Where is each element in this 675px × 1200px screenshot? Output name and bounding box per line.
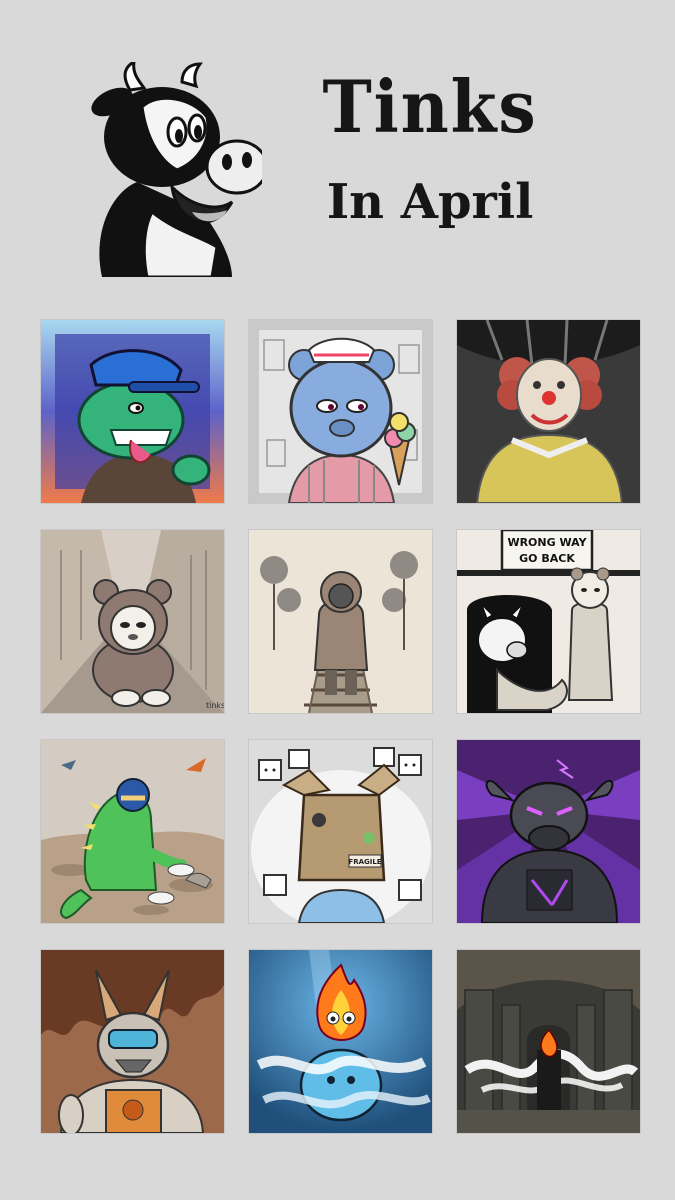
dinosaur-costume-desert-icon	[41, 740, 224, 923]
fire-spirit-icon	[249, 950, 432, 1133]
robot-bull-purple-icon	[457, 740, 640, 923]
hooded-figure-railroad-icon	[249, 530, 432, 713]
artwork-tile[interactable]: WRONG WAY GO BACK	[457, 530, 640, 713]
artwork-tile[interactable]	[457, 950, 640, 1133]
artwork-gallery: tinks WRONG WAY GO BACK FRAGILE	[41, 320, 640, 1133]
fire-spirit-cathedral-icon	[457, 950, 640, 1133]
sign-line-2: GO BACK	[519, 552, 575, 565]
artwork-tile[interactable]: FRAGILE	[249, 740, 432, 923]
svg-text:tinks: tinks	[206, 701, 224, 710]
artwork-tile[interactable]	[41, 320, 224, 503]
artwork-tile[interactable]	[249, 530, 432, 713]
blue-bear-ice-cream-icon	[249, 320, 432, 503]
sign-line-1: WRONG WAY	[507, 536, 587, 549]
rabbit-astronaut-icon	[41, 950, 224, 1133]
wrong-way-go-back-icon: WRONG WAY GO BACK	[457, 530, 640, 713]
box-label: FRAGILE	[348, 858, 381, 866]
green-dinosaur-blue-cap-icon	[41, 320, 224, 503]
clown-icon	[457, 320, 640, 503]
artwork-tile[interactable]	[41, 950, 224, 1133]
artwork-tile[interactable]	[457, 320, 640, 503]
artwork-tile[interactable]	[249, 950, 432, 1133]
cow-mascot-logo	[82, 59, 269, 279]
bear-hoodie-alley-icon: tinks	[41, 530, 224, 713]
artwork-tile[interactable]: tinks	[41, 530, 224, 713]
page-subtitle: In April	[326, 174, 534, 230]
artwork-tile[interactable]	[41, 740, 224, 923]
artwork-tile[interactable]	[249, 320, 432, 503]
artwork-tile[interactable]	[457, 740, 640, 923]
box-head-figure-icon: FRAGILE	[249, 740, 432, 923]
page-title: Tinks	[322, 64, 538, 149]
header: Tinks In April	[0, 0, 675, 300]
